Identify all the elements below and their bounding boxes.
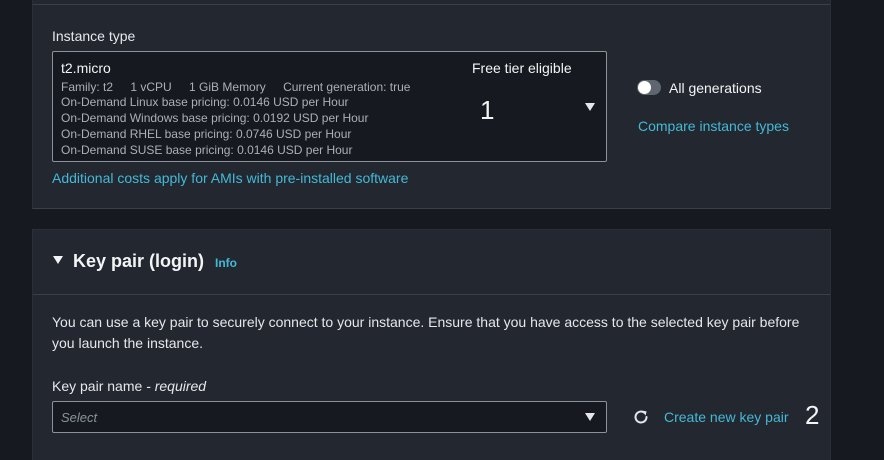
collapse-caret-icon[interactable] (53, 256, 63, 264)
pricing-suse: On-Demand SUSE base pricing: 0.0146 USD … (61, 143, 353, 157)
field-label-text: Key pair name (52, 378, 143, 394)
chevron-down-icon[interactable] (585, 103, 595, 111)
panel-divider (33, 4, 830, 5)
section-divider (33, 294, 830, 295)
toggle-knob (638, 81, 651, 94)
key-pair-description: You can use a key pair to securely conne… (52, 314, 800, 351)
instance-type-label: Instance type (52, 28, 136, 44)
instance-type-panel: Instance type t2.micro Family: t2 1 vCPU… (32, 0, 831, 209)
free-tier-badge: Free tier eligible (472, 60, 572, 76)
key-pair-panel: Key pair (login) Info You can use a key … (32, 229, 831, 460)
refresh-icon[interactable] (632, 408, 650, 426)
instance-vcpu: 1 vCPU (130, 80, 172, 94)
key-pair-name-label: Key pair name - required (52, 378, 206, 394)
pricing-rhel: On-Demand RHEL base pricing: 0.0746 USD … (61, 127, 352, 141)
key-pair-select[interactable]: Select (52, 401, 607, 433)
instance-name: t2.micro (61, 60, 111, 76)
instance-memory: 1 GiB Memory (189, 80, 266, 94)
additional-costs-link[interactable]: Additional costs apply for AMIs with pre… (52, 170, 408, 186)
pricing-linux: On-Demand Linux base pricing: 0.0146 USD… (61, 95, 349, 109)
all-generations-label: All generations (669, 80, 762, 96)
instance-type-select[interactable]: t2.micro Family: t2 1 vCPU 1 GiB Memory … (52, 51, 607, 162)
annotation-number-2: 2 (805, 400, 820, 430)
select-placeholder: Select (61, 410, 98, 425)
compare-instance-types-link[interactable]: Compare instance types (638, 118, 789, 134)
instance-generation: Current generation: true (283, 80, 411, 94)
section-title: Key pair (login) (73, 251, 205, 271)
required-marker: - required (142, 378, 207, 394)
annotation-number-1: 1 (480, 95, 495, 125)
instance-meta: Family: t2 1 vCPU 1 GiB Memory Current g… (61, 80, 424, 94)
info-link[interactable]: Info (215, 256, 237, 270)
create-new-key-pair-link[interactable]: Create new key pair (664, 409, 789, 425)
pricing-windows: On-Demand Windows base pricing: 0.0192 U… (61, 111, 369, 125)
instance-family: Family: t2 (61, 80, 114, 94)
chevron-down-icon[interactable] (585, 413, 595, 421)
all-generations-toggle[interactable] (637, 80, 661, 95)
